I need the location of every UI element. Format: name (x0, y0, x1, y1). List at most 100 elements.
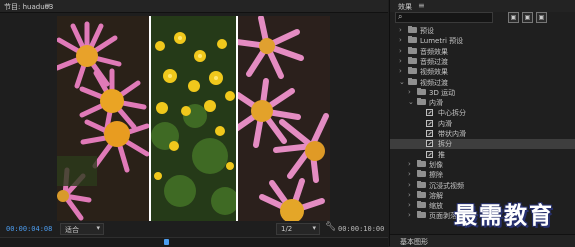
video-strip-left (57, 16, 150, 221)
tree-item-label: 缩放 (429, 202, 443, 211)
chevron-right-icon[interactable]: › (408, 181, 411, 189)
effects-folder-row[interactable]: › Lumetri 预设 (390, 36, 575, 46)
effects-tab[interactable]: 效果 (398, 2, 412, 12)
panel-menu-icon[interactable]: ≡ (418, 1, 425, 10)
tree-item-label: 划像 (429, 160, 443, 169)
accelerated-effects-icon[interactable]: ▣ (508, 12, 519, 23)
tree-item-label: 音频效果 (420, 47, 448, 56)
tree-item-label: 内滑 (429, 99, 443, 108)
transition-effect-icon (426, 150, 433, 158)
chevron-right-icon[interactable]: › (399, 26, 402, 34)
effects-search-input[interactable]: ⌕ (395, 12, 493, 23)
32bit-effects-icon[interactable]: ▣ (522, 12, 533, 23)
folder-icon (417, 87, 426, 95)
current-timecode[interactable]: 00:00:04:08 (6, 225, 52, 233)
chevron-down-icon[interactable]: ⌄ (399, 78, 405, 86)
effect-item-row[interactable]: 拆分 (390, 139, 575, 150)
tree-item-label: 带状内滑 (438, 130, 466, 138)
effects-folder-row[interactable]: › 擦除 (390, 170, 575, 180)
watermark-logo: 最需教育 (454, 202, 554, 229)
transition-effect-icon (426, 130, 433, 137)
tree-item-label: 视频效果 (420, 68, 448, 77)
chevron-right-icon[interactable]: › (399, 67, 402, 75)
video-preview[interactable] (57, 16, 330, 221)
folder-icon (417, 180, 426, 188)
video-strip-center (150, 16, 237, 221)
effect-item-row[interactable]: 推 (390, 150, 575, 160)
chevron-right-icon[interactable]: › (408, 211, 411, 219)
effects-folder-row[interactable]: › 视频效果 (390, 67, 575, 77)
tree-item-label: 拆分 (438, 140, 452, 149)
folder-icon (408, 36, 417, 44)
chevron-right-icon[interactable]: › (408, 201, 411, 209)
tree-item-label: 推 (438, 150, 445, 159)
tree-item-label: 内滑 (438, 119, 452, 128)
playhead[interactable] (164, 239, 169, 245)
effects-folder-row[interactable]: › 沉浸式视频 (390, 180, 575, 191)
tree-item-label: 视频过渡 (420, 78, 448, 87)
folder-icon (417, 211, 426, 219)
zoom-fit-dropdown[interactable]: 适合 ▾ (60, 223, 104, 235)
essential-graphics-header: 基本图形 (390, 234, 575, 247)
transition-effect-icon (426, 140, 433, 148)
total-duration-timecode: 00:00:10:00 (338, 225, 385, 233)
pink-flowers-closeup-image (237, 16, 330, 221)
tree-item-label: 溶解 (429, 191, 443, 200)
folder-icon (417, 170, 426, 178)
split-divider (236, 16, 238, 221)
playback-resolution-dropdown[interactable]: 1/2 ▾ (276, 223, 320, 235)
monitor-controls: 00:00:04:08 适合 ▾ 1/2 ▾ 🔧︎ 00:00:10:00 (0, 222, 388, 235)
folder-icon (408, 26, 417, 33)
pink-flowers-image (57, 16, 150, 221)
effect-item-row[interactable]: 内滑 (390, 119, 575, 129)
folder-icon (408, 56, 417, 64)
folder-icon (417, 201, 426, 209)
transition-effect-icon (426, 109, 433, 117)
yuv-effects-icon[interactable]: ▣ (536, 12, 547, 23)
chevron-right-icon[interactable]: › (408, 88, 411, 96)
chevron-right-icon[interactable]: › (399, 57, 402, 65)
chevron-right-icon[interactable]: › (408, 170, 411, 178)
folder-icon (408, 77, 417, 85)
effects-folder-row[interactable]: › 音频效果 (390, 46, 575, 57)
chevron-right-icon[interactable]: › (408, 160, 411, 168)
folder-icon (417, 190, 426, 198)
tree-item-label: 预设 (420, 27, 434, 35)
folder-icon (417, 98, 426, 106)
split-divider (149, 16, 151, 221)
monitor-header: 节目: huaduo3 ≡ (0, 0, 388, 13)
wrench-icon[interactable]: 🔧︎ (325, 222, 336, 232)
chevron-down-icon[interactable]: ⌄ (408, 98, 414, 106)
effects-folder-row[interactable]: ⌄ 内滑 (390, 98, 575, 108)
chevron-right-icon[interactable]: › (408, 191, 411, 199)
yellow-flowers-image (150, 16, 237, 221)
transition-effect-icon (426, 119, 433, 127)
tree-item-label: 页面剥落 (429, 212, 457, 221)
folder-icon (417, 159, 426, 167)
effects-folder-row[interactable]: › 预设 (390, 26, 575, 36)
folder-icon (408, 67, 417, 75)
effect-item-row[interactable]: 带状内滑 (390, 129, 575, 139)
effects-folder-row[interactable]: › 音频过渡 (390, 56, 575, 67)
tree-item-label: Lumetri 预设 (420, 37, 464, 46)
chevron-down-icon: ▾ (96, 224, 100, 232)
tree-item-label: 3D 运动 (429, 88, 456, 97)
resolution-value: 1/2 (281, 225, 293, 233)
folder-icon (408, 46, 417, 54)
tree-item-label: 沉浸式视频 (429, 181, 464, 190)
panel-menu-icon[interactable]: ≡ (44, 1, 51, 10)
tree-item-label: 中心拆分 (438, 109, 466, 118)
effects-folder-row[interactable]: › 划像 (390, 159, 575, 170)
effect-item-row[interactable]: 中心拆分 (390, 108, 575, 118)
effects-panel: 效果 ≡ ⌕ ▣ ▣ ▣ › 预设 › Lumetri 预设 › 音频效果 › 音频过渡 › 视频… (389, 0, 575, 247)
tree-item-label: 擦除 (429, 171, 443, 180)
video-strip-right (237, 16, 330, 221)
chevron-right-icon[interactable]: › (399, 36, 402, 44)
effects-folder-row[interactable]: › 3D 运动 (390, 87, 575, 98)
effects-folder-row[interactable]: ⌄ 视频过渡 (390, 77, 575, 88)
effects-header: 效果 ≡ (390, 0, 575, 12)
chevron-down-icon: ▾ (312, 224, 316, 232)
chevron-right-icon[interactable]: › (399, 47, 402, 55)
zoom-fit-value: 适合 (65, 226, 79, 234)
program-monitor: 节目: huaduo3 ≡ 00:00:04:08 适合 ▾ 1/2 ▾ 🔧︎ … (0, 0, 388, 247)
